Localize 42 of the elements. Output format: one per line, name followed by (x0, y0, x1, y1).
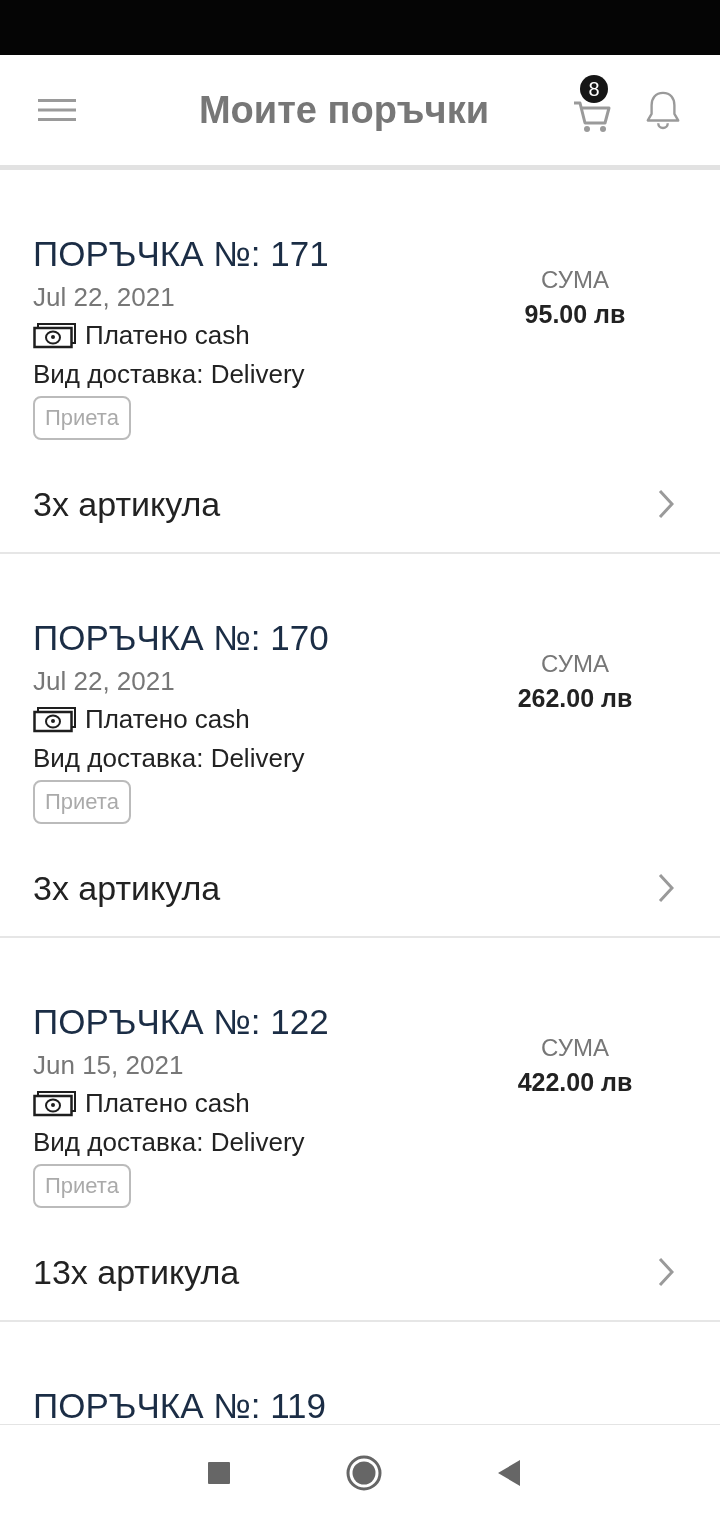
bell-icon[interactable] (644, 89, 682, 131)
status-chip: Приета (33, 396, 131, 440)
banknote-icon (33, 1090, 77, 1117)
item-count: 13х артикула (33, 1252, 240, 1292)
sum-label: СУМА (541, 650, 609, 678)
order-sum: 422.00 лв (517, 1068, 633, 1097)
items-row[interactable]: 3х артикула (33, 862, 680, 914)
payment-method: Платено cash (85, 703, 250, 736)
items-row[interactable]: 13х артикула (33, 1246, 680, 1298)
recents-icon[interactable] (207, 1460, 231, 1485)
order-number: ПОРЪЧКА №: 170 (33, 618, 329, 658)
order-date: Jun 15, 2021 (33, 1049, 184, 1082)
order-sum: 262.00 лв (517, 684, 633, 713)
order-number: ПОРЪЧКА №: 122 (33, 1002, 329, 1042)
item-count: 3х артикула (33, 484, 221, 524)
status-chip: Приета (33, 780, 131, 824)
order-number: ПОРЪЧКА №: 171 (33, 234, 329, 274)
order-sum: 95.00 лв (524, 300, 626, 329)
delivery-type: Вид доставка: Delivery (33, 358, 305, 391)
banknote-icon (33, 706, 77, 733)
status-chip: Приета (33, 1164, 131, 1208)
chevron-right-icon (658, 489, 674, 520)
back-icon[interactable] (497, 1458, 521, 1487)
delivery-type: Вид доставка: Delivery (33, 1126, 305, 1159)
banknote-icon (33, 322, 77, 349)
order-number: ПОРЪЧКА №: 119 (33, 1386, 326, 1424)
chevron-right-icon (658, 873, 674, 904)
home-icon[interactable] (346, 1454, 382, 1491)
items-row[interactable]: 3х артикула (33, 478, 680, 530)
page-title: Моите поръчки (197, 88, 490, 132)
cart-count-badge: 8 (580, 75, 608, 103)
cart-icon[interactable] (572, 99, 612, 135)
sum-label: СУМА (541, 1034, 609, 1062)
payment-method: Платено cash (85, 319, 250, 352)
sum-label: СУМА (541, 266, 609, 294)
chevron-right-icon (658, 1257, 674, 1288)
delivery-type: Вид доставка: Delivery (33, 742, 305, 775)
payment-method: Платено cash (85, 1087, 250, 1120)
menu-icon[interactable] (38, 98, 76, 122)
order-date: Jul 22, 2021 (33, 665, 175, 698)
order-date: Jul 22, 2021 (33, 281, 175, 314)
item-count: 3х артикула (33, 868, 221, 908)
